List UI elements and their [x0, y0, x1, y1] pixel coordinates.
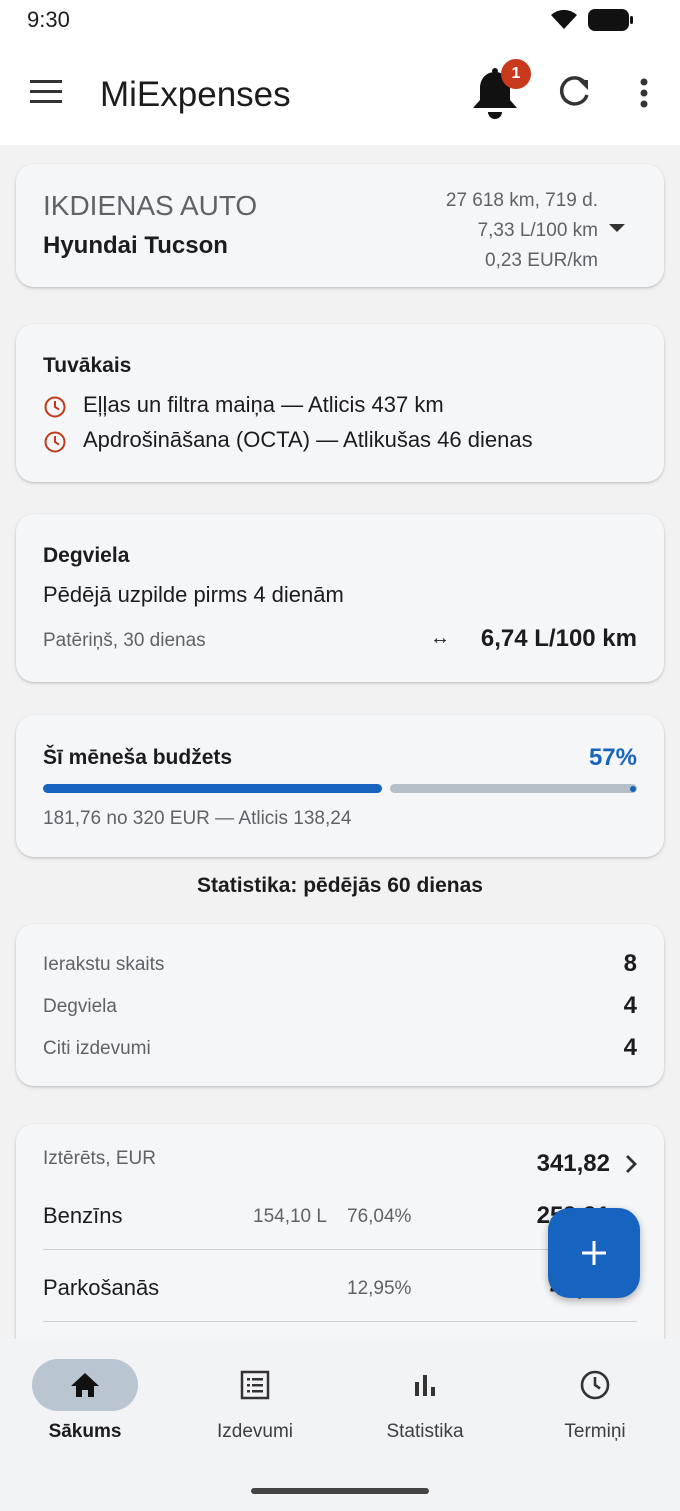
stat-label: Degviela — [43, 996, 117, 1017]
app-bar: MiExpenses 1 — [0, 40, 680, 145]
spending-quantity: 154,10 L — [253, 1206, 327, 1227]
stat-row: Degviela 4 — [43, 992, 637, 1022]
vehicle-cost-per-km: 0,23 EUR/km — [485, 250, 598, 271]
upcoming-card[interactable]: Tuvākais Eļļas un filtra maiņa — Atlicis… — [16, 324, 664, 482]
fuel-card[interactable]: Degviela Pēdējā uzpilde pirms 4 dienām P… — [16, 514, 664, 682]
clock-icon — [44, 396, 66, 418]
more-options-button[interactable] — [630, 74, 658, 114]
more-vertical-icon — [640, 78, 648, 108]
clock-icon — [44, 431, 66, 453]
budget-details: 181,76 no 320 EUR — Atlicis 138,24 — [43, 808, 352, 829]
stat-value: 4 — [623, 992, 637, 1019]
vehicle-consumption: 7,33 L/100 km — [477, 220, 598, 241]
stat-label: Citi izdevumi — [43, 1038, 151, 1059]
vehicle-name: Hyundai Tucson — [43, 232, 228, 259]
vehicle-distance-age: 27 618 km, 719 d. — [445, 190, 598, 211]
spending-category: Parkošanās — [43, 1275, 160, 1300]
divider — [43, 1321, 637, 1322]
vehicle-stats: 27 618 km, 719 d. 7,33 L/100 km 0,23 EUR… — [446, 186, 598, 276]
budget-progress-bar — [43, 784, 637, 793]
upcoming-title: Tuvākais — [43, 354, 132, 377]
fuel-consumption-value: 6,74 L/100 km — [480, 625, 637, 652]
vehicle-label: IKDIENAS AUTO — [43, 190, 258, 221]
budget-title: Šī mēneša budžets — [43, 746, 233, 769]
nav-label-statistics: Statistika — [386, 1421, 464, 1442]
spending-percent: 12,95% — [347, 1278, 412, 1299]
vehicle-card[interactable]: IKDIENAS AUTO Hyundai Tucson 27 618 km, … — [16, 164, 664, 287]
app-title: MiExpenses — [100, 75, 291, 114]
fuel-title: Degviela — [43, 544, 130, 567]
list-icon — [240, 1370, 270, 1400]
nav-label-expenses: Izdevumi — [216, 1421, 294, 1442]
battery-icon — [588, 9, 633, 31]
spending-label: Iztērēts, EUR — [43, 1148, 156, 1169]
spending-percent: 76,04% — [347, 1206, 412, 1227]
nav-item-home[interactable]: Sākums — [0, 1359, 170, 1459]
budget-progress-fill — [43, 784, 382, 793]
stat-row: Citi izdevumi 4 — [43, 1034, 637, 1064]
plus-icon — [582, 1241, 606, 1265]
dropdown-arrow-icon[interactable] — [608, 223, 626, 233]
fuel-consumption-label: Patēriņš, 30 dienas — [43, 630, 206, 651]
spending-category: Benzīns — [43, 1203, 123, 1228]
bottom-navigation: Sākums Izdevumi Statistika Termiņi — [0, 1339, 680, 1511]
budget-card[interactable]: Šī mēneša budžets 57% 181,76 no 320 EUR … — [16, 715, 664, 857]
nav-item-expenses[interactable]: Izdevumi — [170, 1359, 340, 1459]
refresh-icon — [559, 76, 589, 106]
budget-progress-end-dot — [630, 786, 636, 792]
nav-label-home: Sākums — [48, 1421, 122, 1442]
chevron-right-icon[interactable] — [624, 1154, 638, 1174]
stat-value: 8 — [623, 950, 637, 977]
add-expense-button[interactable] — [548, 1208, 640, 1298]
statistics-card: Ierakstu skaits 8 Degviela 4 Citi izdevu… — [16, 924, 664, 1086]
stat-label: Ierakstu skaits — [43, 954, 165, 975]
menu-button[interactable] — [24, 74, 68, 110]
status-time: 9:30 — [27, 7, 70, 32]
double-arrow-icon: ↔ — [430, 627, 450, 649]
budget-progress-remaining — [390, 784, 637, 793]
fuel-last-fill: Pēdējā uzpilde pirms 4 dienām — [43, 582, 344, 607]
stat-value: 4 — [623, 1034, 637, 1061]
reminder-text: Eļļas un filtra maiņa — Atlicis 437 km — [83, 392, 444, 417]
home-icon — [71, 1373, 99, 1397]
clock-icon — [580, 1370, 610, 1400]
nav-item-statistics[interactable]: Statistika — [340, 1359, 510, 1459]
status-bar: 9:30 — [0, 0, 680, 40]
notification-badge: 1 — [501, 59, 531, 89]
nav-item-deadlines[interactable]: Termiņi — [510, 1359, 680, 1459]
reminder-text: Apdrošināšana (OCTA) — Atlikušas 46 dien… — [83, 427, 533, 452]
spending-total: 341,82 — [536, 1150, 610, 1177]
nav-label-deadlines: Termiņi — [564, 1421, 626, 1442]
budget-percent: 57% — [588, 744, 637, 771]
statistics-heading: Statistika: pēdējās 60 dienas — [197, 874, 483, 897]
refresh-button[interactable] — [554, 72, 594, 112]
stat-row: Ierakstu skaits 8 — [43, 950, 637, 980]
bar-chart-icon — [415, 1375, 435, 1396]
home-indicator[interactable] — [251, 1488, 429, 1494]
menu-icon — [30, 80, 62, 103]
wifi-icon — [551, 9, 577, 29]
